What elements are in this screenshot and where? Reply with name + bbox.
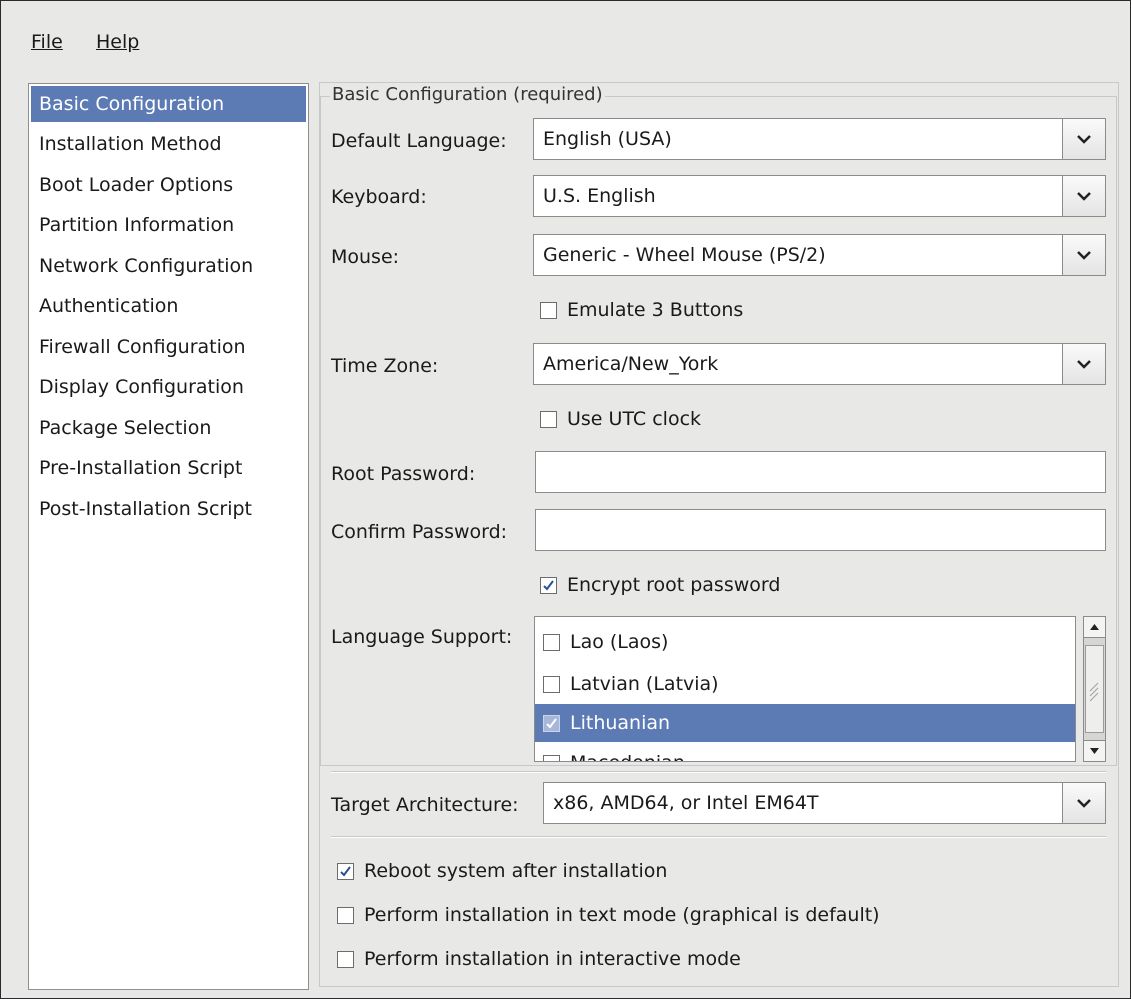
sidebar-item-firewall-configuration[interactable]: Firewall Configuration: [31, 329, 306, 365]
language-label: Latvian (Latvia): [570, 673, 719, 695]
confirm-password-input[interactable]: [535, 509, 1106, 551]
checkmark-icon: [340, 865, 351, 877]
use-utc-clock-label: Use UTC clock: [567, 408, 702, 430]
sidebar-item-authentication[interactable]: Authentication: [31, 288, 306, 324]
reboot-checkbox[interactable]: Reboot system after installation: [337, 858, 667, 884]
default-language-label: Default Language:: [331, 130, 507, 152]
time-zone-label: Time Zone:: [331, 355, 439, 377]
default-language-dropdown-button[interactable]: [1062, 119, 1105, 159]
interactive-mode-label: Perform installation in interactive mode: [364, 948, 741, 970]
checkbox-box[interactable]: [540, 410, 557, 428]
target-architecture-value: x86, AMD64, or Intel EM64T: [553, 792, 819, 814]
mouse-value: Generic - Wheel Mouse (PS/2): [543, 244, 826, 266]
chevron-down-icon: [1077, 250, 1091, 260]
use-utc-clock-checkbox[interactable]: Use UTC clock: [540, 406, 701, 432]
checkbox-box[interactable]: [337, 862, 354, 880]
language-label: Macedonian: [570, 752, 685, 761]
target-architecture-label: Target Architecture:: [331, 794, 519, 816]
checkbox-box[interactable]: [337, 906, 354, 924]
checkbox-box[interactable]: [543, 675, 560, 693]
mouse-dropdown-button[interactable]: [1062, 235, 1105, 275]
root-password-label: Root Password:: [331, 463, 476, 485]
list-item[interactable]: Macedonian: [535, 744, 1075, 761]
mouse-combo[interactable]: Generic - Wheel Mouse (PS/2): [533, 234, 1106, 276]
default-language-combo[interactable]: English (USA): [533, 118, 1106, 160]
language-label: Lithuanian: [570, 712, 671, 734]
sidebar-item-pre-installation-script[interactable]: Pre-Installation Script: [31, 450, 306, 486]
group-title: Basic Configuration (required): [330, 84, 605, 105]
chevron-down-icon: [1077, 191, 1091, 201]
language-support-label: Language Support:: [331, 626, 513, 648]
list-item[interactable]: Lao (Laos): [535, 623, 1075, 661]
confirm-password-label: Confirm Password:: [331, 521, 508, 543]
sidebar-item-boot-loader-options[interactable]: Boot Loader Options: [31, 167, 306, 203]
separator-highlight: [331, 837, 1106, 838]
checkbox-box[interactable]: [540, 301, 557, 319]
sidebar-item-installation-method[interactable]: Installation Method: [31, 126, 306, 162]
target-architecture-combo[interactable]: x86, AMD64, or Intel EM64T: [543, 782, 1106, 824]
separator-highlight: [331, 772, 1106, 773]
sidebar-item-post-installation-script[interactable]: Post-Installation Script: [31, 491, 306, 527]
encrypt-root-password-checkbox[interactable]: Encrypt root password: [540, 572, 780, 598]
language-list-scrollbar[interactable]: [1083, 616, 1106, 762]
checkbox-box[interactable]: [543, 754, 560, 761]
checkbox-box[interactable]: [543, 714, 560, 732]
checkbox-box[interactable]: [543, 633, 560, 651]
emulate-3-buttons-label: Emulate 3 Buttons: [567, 299, 744, 321]
scrollbar-thumb[interactable]: [1085, 645, 1104, 733]
keyboard-value: U.S. English: [543, 185, 656, 207]
sidebar-list: Basic Configuration Installation Method …: [28, 83, 309, 990]
list-item[interactable]: Lithuanian: [535, 704, 1075, 742]
sidebar-item-partition-information[interactable]: Partition Information: [31, 207, 306, 243]
menu-file-label: File: [31, 31, 63, 53]
mouse-label: Mouse:: [331, 246, 400, 268]
checkbox-box[interactable]: [337, 950, 354, 968]
menu-file[interactable]: File: [31, 31, 63, 53]
menu-help[interactable]: Help: [96, 31, 139, 53]
checkmark-icon: [546, 717, 557, 729]
language-support-list[interactable]: Lao (Laos) Latvian (Latvia) Lithuanian M…: [534, 616, 1076, 762]
grip-icon: [1089, 682, 1099, 702]
scroll-up-button[interactable]: [1084, 617, 1105, 638]
chevron-down-icon: [1077, 359, 1091, 369]
arrow-down-icon: [1090, 748, 1099, 754]
default-language-value: English (USA): [543, 128, 672, 150]
sidebar-item-package-selection[interactable]: Package Selection: [31, 410, 306, 446]
keyboard-label: Keyboard:: [331, 186, 427, 208]
text-mode-label: Perform installation in text mode (graph…: [364, 904, 880, 926]
sidebar-item-display-configuration[interactable]: Display Configuration: [31, 369, 306, 405]
time-zone-dropdown-button[interactable]: [1062, 344, 1105, 384]
checkmark-icon: [543, 579, 554, 591]
encrypt-root-password-label: Encrypt root password: [567, 574, 781, 596]
chevron-down-icon: [1077, 798, 1091, 808]
time-zone-combo[interactable]: America/New_York: [533, 343, 1106, 385]
time-zone-value: America/New_York: [543, 353, 719, 375]
menu-help-label: Help: [96, 31, 140, 53]
menubar: File Help: [1, 1, 1130, 65]
chevron-down-icon: [1077, 134, 1091, 144]
sidebar-item-basic-configuration[interactable]: Basic Configuration: [31, 86, 306, 122]
scroll-down-button[interactable]: [1084, 740, 1105, 761]
language-label: Lao (Laos): [570, 631, 669, 653]
checkbox-box[interactable]: [540, 576, 557, 594]
arrow-up-icon: [1090, 624, 1099, 630]
keyboard-dropdown-button[interactable]: [1062, 176, 1105, 216]
list-item[interactable]: Latvian (Latvia): [535, 665, 1075, 703]
sidebar-item-network-configuration[interactable]: Network Configuration: [31, 248, 306, 284]
emulate-3-buttons-checkbox[interactable]: Emulate 3 Buttons: [540, 297, 743, 323]
keyboard-combo[interactable]: U.S. English: [533, 175, 1106, 217]
root-password-input[interactable]: [535, 451, 1106, 493]
target-architecture-dropdown-button[interactable]: [1062, 783, 1105, 823]
interactive-mode-checkbox[interactable]: Perform installation in interactive mode: [337, 946, 741, 972]
reboot-label: Reboot system after installation: [364, 860, 668, 882]
text-mode-checkbox[interactable]: Perform installation in text mode (graph…: [337, 902, 880, 928]
